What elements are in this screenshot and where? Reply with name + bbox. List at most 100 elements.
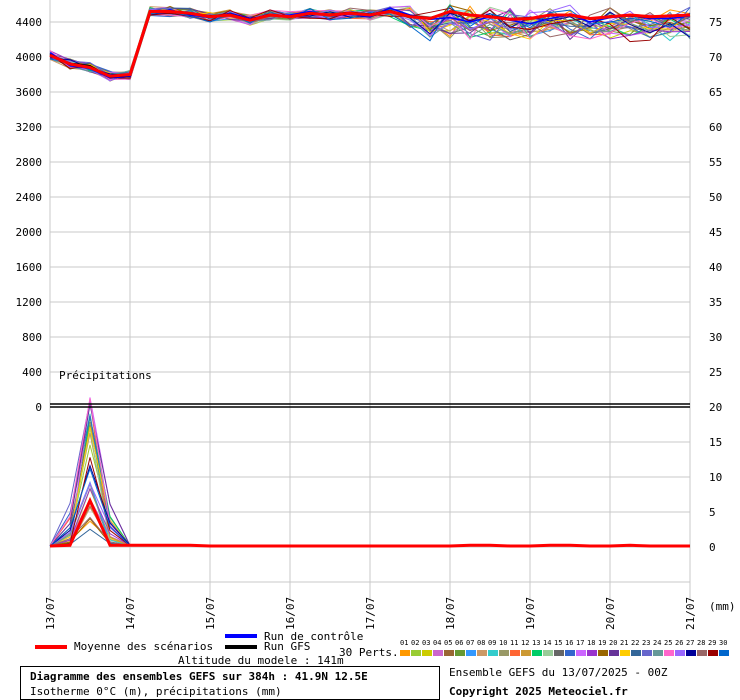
right-tick-label: 0: [709, 541, 716, 554]
left-tick-label: 3600: [16, 86, 43, 99]
left-tick-label: 0: [35, 401, 42, 414]
pert-swatch: [499, 650, 509, 656]
pert-swatch: [554, 650, 564, 656]
gfs-label: Run GFS: [264, 640, 311, 653]
chart-title: Diagramme des ensembles GEFS sur 384h : …: [30, 670, 368, 683]
pert-number: 05: [444, 639, 453, 647]
mean-swatch: [35, 645, 67, 649]
pert-number: 01: [400, 639, 409, 647]
x-tick-label: 15/07: [204, 597, 217, 630]
pert-number: 21: [620, 639, 629, 647]
pert-number: 08: [477, 639, 486, 647]
left-tick-label: 400: [22, 366, 42, 379]
pert-number: 10: [499, 639, 508, 647]
pert-swatch: [642, 650, 652, 656]
pert-number: 19: [598, 639, 607, 647]
pert-swatch: [708, 650, 718, 656]
left-tick-label: 4400: [16, 16, 43, 29]
precip-panel-label: Précipitations: [59, 369, 152, 382]
run-label: Ensemble GEFS du 13/07/2025 - 00Z: [449, 666, 668, 679]
pert-swatch: [433, 650, 443, 656]
pert-number: 14: [543, 639, 552, 647]
copyright: Copyright 2025 Meteociel.fr: [449, 685, 628, 698]
pert-swatch: [532, 650, 542, 656]
pert-number: 06: [455, 639, 464, 647]
x-axis-ticks: 13/07 14/07 15/07 16/07 17/07 18/07 19/07 20/07…: [44, 597, 697, 630]
pert-swatch: [620, 650, 630, 656]
pert-number: 26: [675, 639, 684, 647]
pert-number: 18: [587, 639, 596, 647]
pert-swatch: [422, 650, 432, 656]
mean-label: Moyenne des scénarios: [74, 640, 214, 653]
left-tick-label: 4000: [16, 51, 43, 64]
right-tick-label: 45: [709, 226, 722, 239]
right-tick-label: 10: [709, 471, 722, 484]
right-tick-label: 40: [709, 261, 722, 274]
x-tick-label: 19/07: [524, 597, 537, 630]
pert-swatch: [609, 650, 619, 656]
x-tick-label: 14/07: [124, 597, 137, 630]
pert-number: 23: [642, 639, 651, 647]
pert-number: 03: [422, 639, 431, 647]
x-tick-label: 13/07: [44, 597, 57, 630]
pert-number: 04: [433, 639, 442, 647]
ensemble-chart: 4400400036003200280024002000160012008004…: [16, 0, 736, 630]
pert-swatch: [576, 650, 586, 656]
pert-number: 30: [719, 639, 728, 647]
x-tick-label: 18/07: [444, 597, 457, 630]
left-tick-label: 2000: [16, 226, 43, 239]
right-tick-label: 25: [709, 366, 722, 379]
right-tick-label: 55: [709, 156, 722, 169]
left-tick-label: 2800: [16, 156, 43, 169]
pert-swatch: [587, 650, 597, 656]
chart-subtitle: Isotherme 0°C (m), précipitations (mm): [30, 685, 282, 698]
pert-swatch: [543, 650, 553, 656]
pert-number: 09: [488, 639, 497, 647]
pert-number: 20: [609, 639, 618, 647]
right-tick-label: 70: [709, 51, 722, 64]
pert-number: 02: [411, 639, 420, 647]
right-tick-label: 60: [709, 121, 722, 134]
pert-number: 17: [576, 639, 585, 647]
pert-number: 25: [664, 639, 673, 647]
pert-swatch: [686, 650, 696, 656]
pert-swatch: [675, 650, 685, 656]
right-tick-label: 15: [709, 436, 722, 449]
pert-number: 15: [554, 639, 563, 647]
pert-swatch: [631, 650, 641, 656]
right-tick-label: 75: [709, 16, 722, 29]
x-tick-label: 21/07: [684, 597, 697, 630]
pert-swatch: [719, 650, 729, 656]
right-tick-label: 30: [709, 331, 722, 344]
right-tick-label: 65: [709, 86, 722, 99]
pert-swatch: [411, 650, 421, 656]
title-box: Diagramme des ensembles GEFS sur 384h : …: [20, 666, 440, 700]
x-unit-label: (mm): [709, 600, 736, 613]
pert-number: 13: [532, 639, 541, 647]
pert-swatch: [444, 650, 454, 656]
x-tick-label: 16/07: [284, 597, 297, 630]
left-tick-label: 2400: [16, 191, 43, 204]
right-axis-ticks: 757065605550454035302520151050: [709, 16, 722, 554]
pert-number: 16: [565, 639, 574, 647]
left-axis-ticks: 4400400036003200280024002000160012008004…: [16, 16, 43, 414]
pert-swatch: [477, 650, 487, 656]
pert-swatch: [488, 650, 498, 656]
left-tick-label: 1200: [16, 296, 43, 309]
control-swatch: [225, 634, 257, 638]
pert-swatch: [598, 650, 608, 656]
pert-number: 07: [466, 639, 475, 647]
pert-number: 29: [708, 639, 717, 647]
x-tick-label: 17/07: [364, 597, 377, 630]
pert-swatch: [400, 650, 410, 656]
right-tick-label: 50: [709, 191, 722, 204]
grid: [49, 0, 691, 600]
left-tick-label: 800: [22, 331, 42, 344]
pert-swatch: [653, 650, 663, 656]
pert-swatch: [455, 650, 465, 656]
pert-number: 22: [631, 639, 640, 647]
right-tick-label: 5: [709, 506, 716, 519]
pert-swatch: [565, 650, 575, 656]
pert-swatch: [466, 650, 476, 656]
pert-swatch: [510, 650, 520, 656]
